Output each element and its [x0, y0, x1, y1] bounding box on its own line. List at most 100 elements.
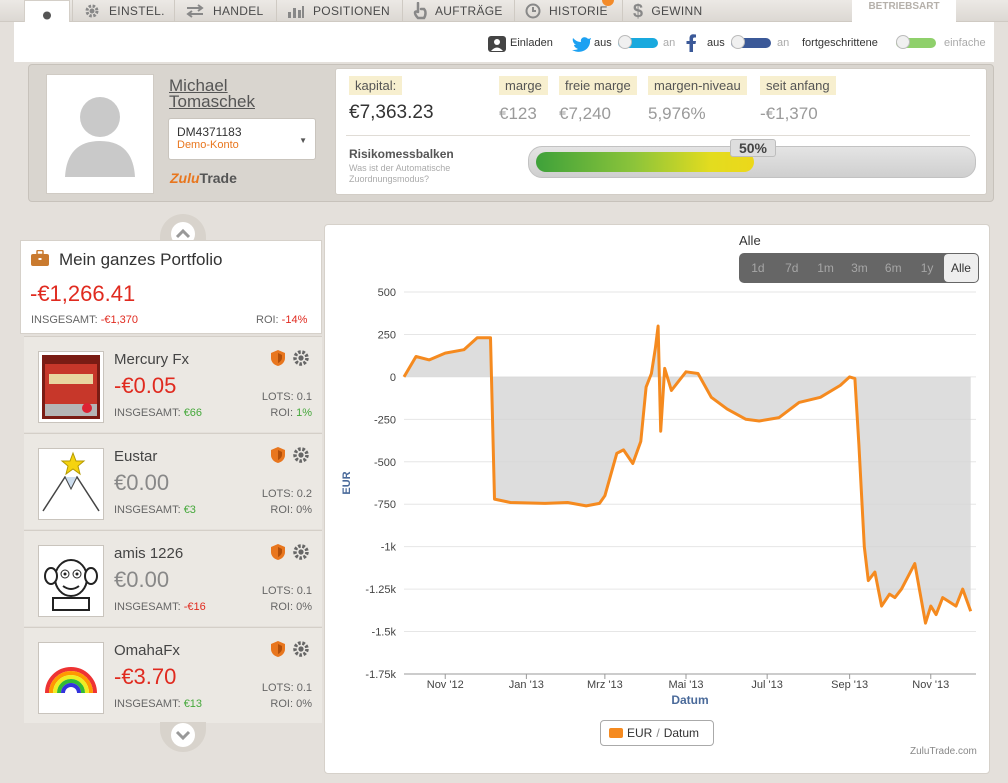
trader-card[interactable]: Mercury Fx -€0.05 INSGESAMT: €66 LOTS: 0… [24, 336, 322, 432]
range-button-3m[interactable]: 3m [842, 254, 876, 282]
risk-meter-help-link[interactable]: Was ist der Automatische Zuordnungsmodus… [349, 163, 499, 185]
trader-thumbnail [38, 545, 104, 617]
mode-toggle[interactable] [896, 35, 936, 49]
trader-roi: ROI: 0% [270, 504, 312, 516]
chart-credit: ZuluTrade.com [910, 746, 977, 757]
avatar[interactable] [46, 74, 154, 194]
trader-card[interactable]: amis 1226 €0.00 INSGESAMT: -€16 LOTS: 0.… [24, 530, 322, 626]
tab-profit[interactable]: $ GEWINN [622, 0, 718, 22]
range-button-all[interactable]: Alle [943, 254, 978, 282]
y-axis-title: EUR [341, 471, 353, 494]
facebook-state-label: aus [707, 37, 725, 49]
x-axis-title: Datum [671, 693, 708, 707]
scroll-down-button[interactable] [160, 722, 206, 752]
shield-icon[interactable] [270, 543, 286, 561]
trader-name[interactable]: Mercury Fx [114, 351, 189, 368]
portfolio-title: Mein ganzes Portfolio [59, 250, 223, 269]
legend-axis-name: Datum [663, 726, 700, 740]
user-name-link[interactable]: Michael Tomaschek [169, 77, 289, 110]
y-tick-label: -500 [374, 457, 396, 469]
trader-name[interactable]: Eustar [114, 448, 157, 465]
y-tick-label: -1.25k [365, 584, 396, 596]
tab-settings[interactable]: EINSTEL. [72, 0, 172, 22]
mode-toggle-knob [896, 35, 910, 49]
shield-icon[interactable] [270, 446, 286, 464]
trader-roi: ROI: 0% [270, 601, 312, 613]
trader-total-value: €13 [183, 698, 203, 710]
range-button-7d[interactable]: 7d [775, 254, 809, 282]
trader-lots: LOTS: 0.1 [261, 391, 312, 403]
clock-icon [525, 3, 541, 19]
trader-card[interactable]: Eustar €0.00 INSGESAMT: €3 LOTS: 0.2 ROI… [24, 433, 322, 529]
kapital-value: €7,363.23 [349, 102, 434, 123]
tab-positions-label: POSITIONEN [313, 4, 391, 18]
invite-icon [488, 36, 506, 52]
trader-roi-value: 1% [296, 407, 312, 419]
tab-orders[interactable]: AUFTRÄGE [402, 0, 512, 22]
tab-trade[interactable]: HANDEL [174, 0, 274, 22]
x-tick-label: Nov '12 [427, 679, 464, 691]
gear-icon [85, 4, 99, 18]
range-selector: 1d 7d 1m 3m 6m 1y Alle [739, 253, 979, 283]
twitter-icon [572, 37, 591, 52]
tab-settings-label: EINSTEL. [109, 4, 165, 18]
since-start-value: -€1,370 [760, 104, 818, 123]
gear-icon[interactable] [292, 446, 310, 464]
trader-lots: LOTS: 0.2 [261, 488, 312, 500]
y-tick-label: -1k [381, 542, 397, 554]
trader-card[interactable]: OmahaFx -€3.70 INSGESAMT: €13 LOTS: 0.1 … [24, 627, 322, 723]
range-button-1y[interactable]: 1y [910, 254, 944, 282]
free-margin-value: €7,240 [559, 104, 611, 123]
trader-name[interactable]: OmahaFx [114, 642, 180, 659]
legend-separator: / [656, 726, 660, 740]
gear-icon[interactable] [292, 640, 310, 658]
range-button-1d[interactable]: 1d [741, 254, 775, 282]
facebook-toggle[interactable] [731, 35, 771, 49]
zulutrade-logo: ZuluTrade [170, 170, 237, 186]
legend-swatch [609, 728, 623, 738]
range-button-6m[interactable]: 6m [876, 254, 910, 282]
twitter-toggle[interactable] [618, 35, 658, 49]
simple-mode-label: einfache [944, 37, 986, 49]
trader-name[interactable]: amis 1226 [114, 545, 183, 562]
gear-icon[interactable] [292, 349, 310, 367]
trader-value: €0.00 [114, 470, 170, 495]
account-select[interactable]: DM4371183 Demo-Konto ▼ [168, 118, 316, 160]
x-tick-label: Jan '13 [509, 679, 544, 691]
gear-icon[interactable] [292, 543, 310, 561]
free-margin-label: freie marge [559, 76, 637, 95]
portfolio-roi-value: -14% [281, 314, 308, 326]
x-tick-label: Sep '13 [831, 679, 868, 691]
tab-trade-label: HANDEL [213, 4, 264, 18]
trader-lots: LOTS: 0.1 [261, 585, 312, 597]
chart-legend[interactable]: EUR / Datum [600, 720, 714, 746]
trader-roi: ROI: 1% [270, 407, 312, 419]
dollar-icon: $ [633, 0, 644, 21]
y-tick-label: -1.75k [365, 669, 396, 681]
trader-roi-value: 0% [296, 504, 312, 516]
trader-roi: ROI: 0% [270, 698, 312, 710]
range-label: Alle [739, 233, 761, 248]
range-button-1m[interactable]: 1m [809, 254, 843, 282]
trader-lots: LOTS: 0.1 [261, 682, 312, 694]
shield-icon[interactable] [270, 349, 286, 367]
account-id: DM4371183 [177, 125, 242, 139]
trader-value: €0.00 [114, 567, 170, 592]
facebook-toggle-knob [731, 35, 745, 49]
avatar-placeholder-icon [65, 97, 135, 177]
twitter-alt-label: an [663, 37, 676, 49]
x-tick-label: Nov '13 [912, 679, 949, 691]
mode-tab[interactable]: BETRIEBSART [852, 0, 956, 22]
tab-positions[interactable]: POSITIONEN [276, 0, 400, 22]
equity-chart[interactable]: 500 250 0 -250 -500 -750 -1k -1.25k -1.5k -1.75k N… [330, 282, 990, 712]
hand-icon [413, 2, 427, 20]
margin-level-value: 5,976% [648, 104, 706, 123]
advanced-mode-label: fortgeschrittene [802, 37, 878, 49]
invite-link[interactable]: Einladen [510, 37, 553, 49]
shield-icon[interactable] [270, 640, 286, 658]
portfolio-roi: ROI: -14% [256, 314, 308, 326]
trader-total-value: €66 [183, 407, 203, 419]
trader-total: INSGESAMT: €13 [114, 698, 203, 710]
y-tick-label: -1.5k [372, 627, 397, 639]
portfolio-value: -€1,266.41 [30, 281, 136, 306]
